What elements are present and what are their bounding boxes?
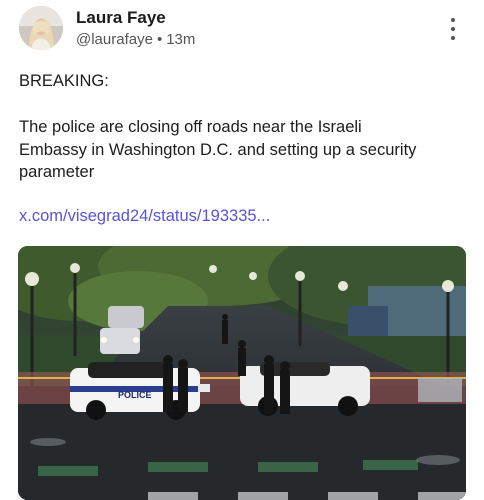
police-car-label: POLICE: [118, 390, 152, 400]
more-dot: [451, 36, 455, 40]
author-meta: @laurafaye • 13m: [76, 31, 195, 48]
post-time: 13m: [166, 31, 196, 48]
more-options-button[interactable]: [444, 18, 462, 40]
avatar-image: [19, 6, 63, 50]
author-handle[interactable]: @laurafaye: [76, 31, 153, 48]
author-name[interactable]: Laura Faye: [76, 8, 166, 28]
meta-separator: •: [156, 31, 163, 48]
post-link[interactable]: x.com/visegrad24/status/193335...: [19, 207, 270, 226]
post-media-photo[interactable]: POLICE: [18, 246, 466, 500]
post-text-line: parameter: [19, 163, 95, 181]
more-vertical-icon: [451, 18, 455, 22]
more-dot: [451, 27, 455, 31]
post-text-line: Embassy in Washington D.C. and setting u…: [19, 141, 417, 159]
post-text-line: BREAKING:: [19, 72, 109, 90]
avatar[interactable]: [19, 6, 63, 50]
post-text-line: The police are closing off roads near th…: [19, 118, 362, 136]
street-photo: POLICE: [18, 246, 466, 500]
post-card: Laura Faye @laurafaye • 13m BREAKING: The …: [0, 0, 484, 500]
